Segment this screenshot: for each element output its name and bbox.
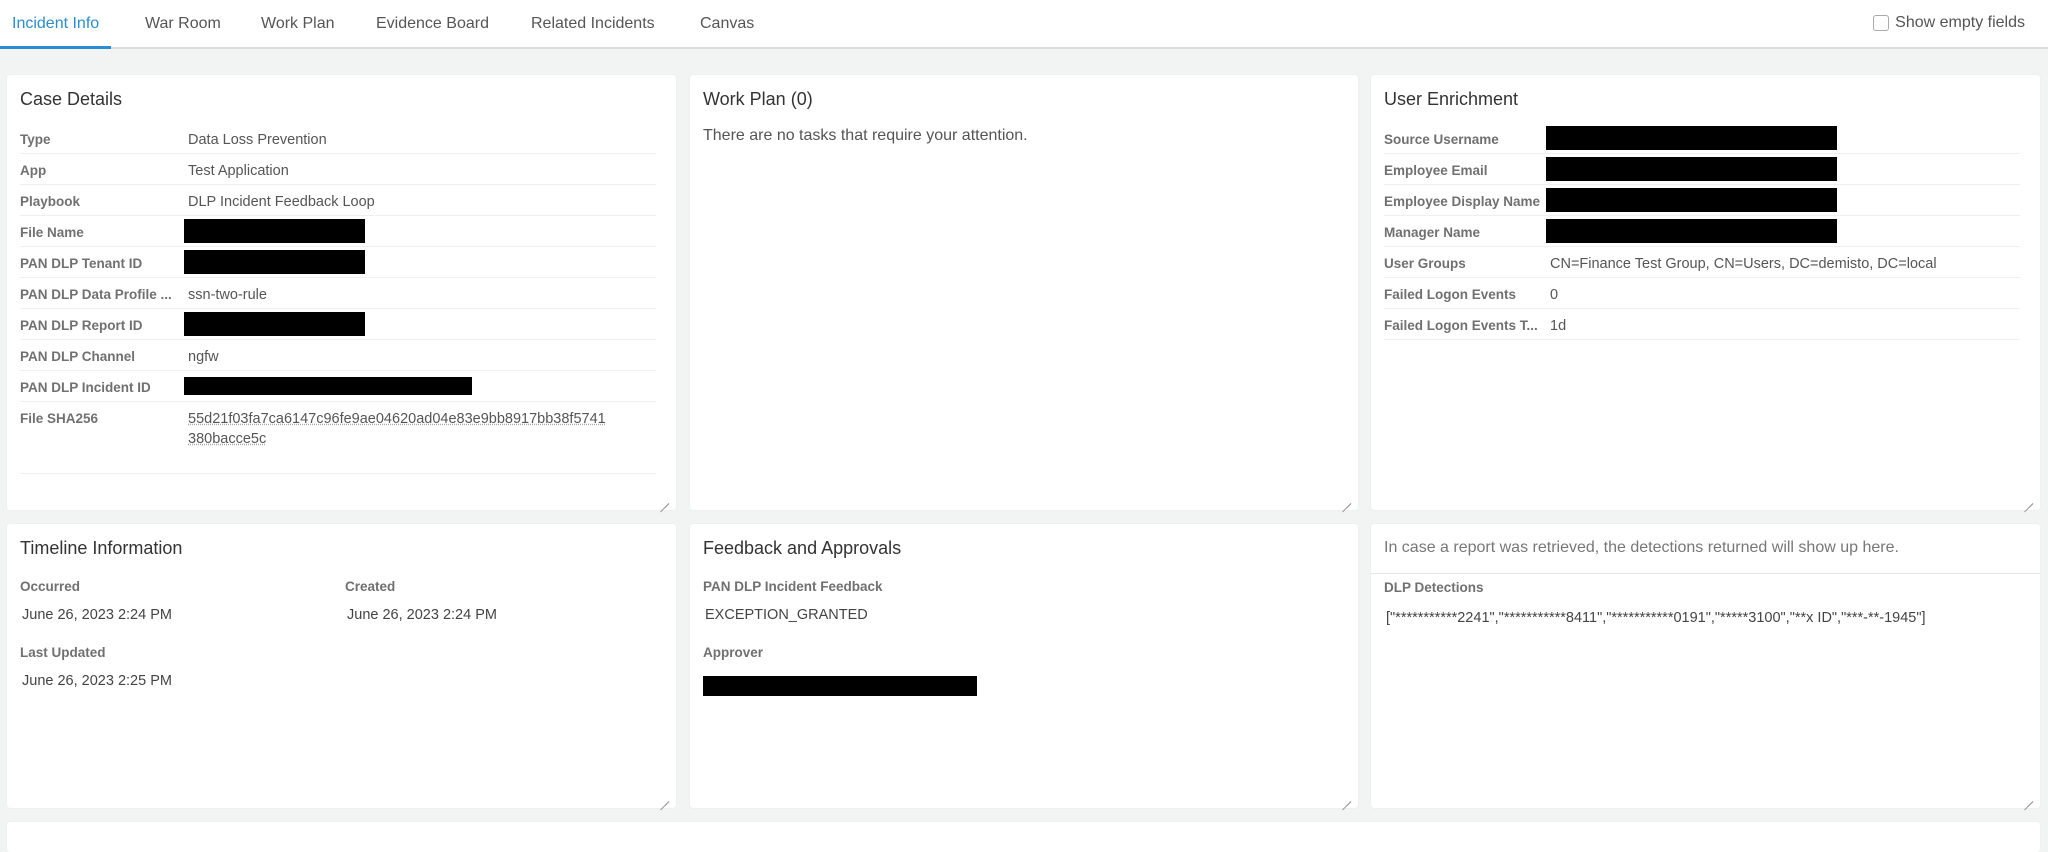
feedback-title: Feedback and Approvals <box>703 538 902 558</box>
user-enrichment-fields: Source Username Employee Email Employee … <box>1384 123 2020 340</box>
redacted-value <box>184 250 365 274</box>
feedback-value: EXCEPTION_GRANTED <box>705 607 868 623</box>
redacted-value <box>1546 157 1837 181</box>
work-plan-panel: Work Plan (0) There are no tasks that re… <box>690 75 1358 510</box>
field-row: App Test Application <box>20 154 656 185</box>
tab-incident-info[interactable]: Incident Info <box>0 0 112 49</box>
field-row: Failed Logon Events T... 1d <box>1384 309 2020 340</box>
field-label: PAN DLP Data Profile ... <box>20 287 172 302</box>
user-enrichment-panel: User Enrichment Source Username Employee… <box>1371 75 2040 510</box>
timeline-title: Timeline Information <box>20 538 183 558</box>
approver-label: Approver <box>703 645 764 660</box>
case-details-fields: Type Data Loss Prevention App Test Applica… <box>20 123 656 474</box>
field-label: File SHA256 <box>20 411 99 426</box>
created-label: Created <box>345 579 396 594</box>
divider <box>1371 573 2040 574</box>
field-row: Manager Name <box>1384 216 2020 247</box>
field-row: PAN DLP Tenant ID <box>20 247 656 278</box>
field-label: PAN DLP Tenant ID <box>20 256 143 271</box>
field-value: ngfw <box>188 349 219 365</box>
tab-bar: Incident Info War Room Work Plan Evidenc… <box>0 0 2048 49</box>
field-label: Failed Logon Events T... <box>1384 318 1538 333</box>
feedback-label: PAN DLP Incident Feedback <box>703 579 883 594</box>
field-value: 1d <box>1550 318 1567 334</box>
field-row: Playbook DLP Incident Feedback Loop <box>20 185 656 216</box>
tab-evidence-board[interactable]: Evidence Board <box>376 0 489 49</box>
field-row: Source Username <box>1384 123 2020 154</box>
user-enrichment-title: User Enrichment <box>1384 89 1519 109</box>
dlp-detections-label: DLP Detections <box>1384 580 1484 595</box>
field-value: CN=Finance Test Group, CN=Users, DC=demi… <box>1550 256 1937 272</box>
last-updated-label: Last Updated <box>20 645 106 660</box>
resize-handle[interactable] <box>2021 791 2033 803</box>
case-details-title: Case Details <box>20 89 123 109</box>
resize-handle[interactable] <box>1339 791 1351 803</box>
field-row: File Name <box>20 216 656 247</box>
field-label: Playbook <box>20 194 81 209</box>
show-empty-fields-label: Show empty fields <box>1895 14 2025 31</box>
field-label: Employee Email <box>1384 163 1488 178</box>
field-row: PAN DLP Report ID <box>20 309 656 340</box>
field-value: DLP Incident Feedback Loop <box>188 194 375 210</box>
field-label: User Groups <box>1384 256 1466 271</box>
file-sha256-link[interactable]: 55d21f03fa7ca6147c96fe9ae04620ad04e83e9b… <box>188 409 608 449</box>
tab-work-plan[interactable]: Work Plan <box>261 0 335 49</box>
approver-redacted-value <box>703 676 977 696</box>
work-plan-empty-message: There are no tasks that require your att… <box>703 127 1028 144</box>
field-row: PAN DLP Data Profile ... ssn-two-rule <box>20 278 656 309</box>
tab-related-incidents[interactable]: Related Incidents <box>531 0 655 49</box>
redacted-value <box>1546 188 1837 212</box>
detections-panel: In case a report was retrieved, the dete… <box>1371 524 2040 808</box>
field-row: Failed Logon Events 0 <box>1384 278 2020 309</box>
field-label: Employee Display Name <box>1384 194 1541 209</box>
field-value: ssn-two-rule <box>188 287 267 303</box>
field-row: Type Data Loss Prevention <box>20 123 656 154</box>
field-row: PAN DLP Incident ID <box>20 371 656 402</box>
field-row: File SHA256 55d21f03fa7ca6147c96fe9ae0462… <box>20 402 656 474</box>
redacted-value <box>184 219 365 243</box>
redacted-value <box>184 312 365 336</box>
work-plan-title: Work Plan (0) <box>703 89 813 109</box>
field-value: Test Application <box>188 163 289 179</box>
field-label: PAN DLP Channel <box>20 349 136 364</box>
field-label: Source Username <box>1384 132 1499 147</box>
resize-handle[interactable] <box>1339 493 1351 505</box>
case-details-panel: Case Details Type Data Loss Prevention Ap… <box>7 75 676 510</box>
field-label: PAN DLP Report ID <box>20 318 143 333</box>
occurred-value: June 26, 2023 2:24 PM <box>22 607 172 623</box>
tab-war-room[interactable]: War Room <box>145 0 221 49</box>
field-row: Employee Display Name <box>1384 185 2020 216</box>
timeline-panel: Timeline Information Occurred June 26, 2… <box>7 524 676 808</box>
show-empty-fields-checkbox[interactable] <box>1873 15 1890 31</box>
resize-handle[interactable] <box>657 791 669 803</box>
tab-canvas[interactable]: Canvas <box>700 0 754 49</box>
detections-note: In case a report was retrieved, the dete… <box>1384 539 1899 556</box>
field-row: User Groups CN=Finance Test Group, CN=Use… <box>1384 247 2020 278</box>
show-empty-fields-toggle[interactable]: Show empty fields <box>1873 14 2025 32</box>
resize-handle[interactable] <box>2021 493 2033 505</box>
field-label: PAN DLP Incident ID <box>20 380 151 395</box>
field-value: Data Loss Prevention <box>188 132 327 148</box>
field-label: Type <box>20 132 51 147</box>
field-row: Employee Email <box>1384 154 2020 185</box>
field-row: PAN DLP Channel ngfw <box>20 340 656 371</box>
occurred-label: Occurred <box>20 579 81 594</box>
resize-handle[interactable] <box>657 493 669 505</box>
field-label: Manager Name <box>1384 225 1481 240</box>
next-panel-partial <box>7 822 2040 852</box>
field-label: File Name <box>20 225 84 240</box>
last-updated-value: June 26, 2023 2:25 PM <box>22 673 172 689</box>
feedback-panel: Feedback and Approvals PAN DLP Incident … <box>690 524 1358 808</box>
field-label: App <box>20 163 47 178</box>
redacted-value <box>1546 219 1837 243</box>
field-value: 0 <box>1550 287 1559 303</box>
redacted-value <box>1546 126 1837 150</box>
dlp-detections-value: ["***********2241","***********8411","**… <box>1386 610 1926 626</box>
field-label: Failed Logon Events <box>1384 287 1517 302</box>
redacted-value <box>184 377 472 395</box>
created-value: June 26, 2023 2:24 PM <box>347 607 497 623</box>
